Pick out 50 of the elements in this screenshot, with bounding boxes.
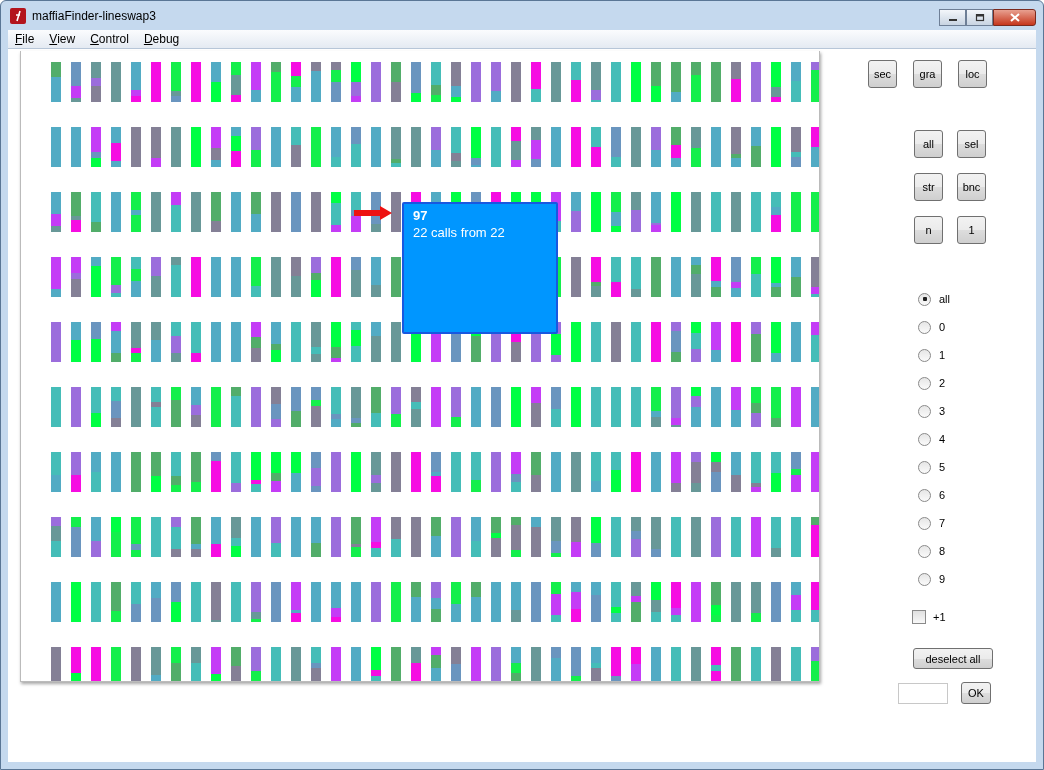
- tool-button[interactable]: all: [914, 130, 943, 158]
- radio-button[interactable]: [918, 488, 931, 502]
- tool-button[interactable]: str: [914, 173, 943, 201]
- tool-button[interactable]: gra: [913, 60, 942, 88]
- radio-button[interactable]: [918, 460, 931, 474]
- radio-label: 7: [939, 517, 946, 529]
- tool-button[interactable]: loc: [958, 60, 987, 88]
- radio-button[interactable]: [918, 516, 931, 530]
- radio-button[interactable]: [918, 572, 931, 586]
- tool-button[interactable]: sec: [868, 60, 897, 88]
- close-button[interactable]: [993, 9, 1036, 26]
- radio-label: 4: [939, 433, 946, 445]
- tool-button[interactable]: bnc: [957, 173, 986, 201]
- menu-item[interactable]: Control: [83, 32, 137, 46]
- tool-button[interactable]: n: [914, 216, 943, 244]
- radio-label: 6: [939, 489, 946, 501]
- radio-label: 1: [939, 349, 946, 361]
- minimize-button[interactable]: [939, 9, 966, 26]
- maximize-icon: [974, 13, 985, 22]
- arrow-icon: [354, 206, 392, 220]
- radio-button[interactable]: [918, 376, 931, 390]
- radio-label: 3: [939, 405, 946, 417]
- menu-item[interactable]: Debug: [136, 32, 188, 46]
- radio-label: 9: [939, 573, 946, 585]
- radio-label: 5: [939, 461, 946, 473]
- checkbox-label: +1: [933, 611, 946, 623]
- radio-label: 0: [939, 321, 946, 333]
- tool-button[interactable]: sel: [957, 130, 986, 158]
- menu-item[interactable]: View: [42, 32, 84, 46]
- tooltip-title: 97: [413, 208, 429, 223]
- window-title: maffiaFinder-lineswap3: [32, 8, 156, 23]
- radio-label: 2: [939, 377, 946, 389]
- maximize-button[interactable]: [966, 9, 993, 26]
- tooltip-text: 22 calls from 22: [413, 225, 506, 240]
- radio-button[interactable]: [918, 404, 931, 418]
- tool-button[interactable]: 1: [957, 216, 986, 244]
- checkbox[interactable]: [912, 610, 926, 624]
- radio-button[interactable]: [918, 432, 931, 446]
- radio-button[interactable]: [918, 348, 931, 362]
- app-icon: [10, 7, 26, 24]
- radio-button[interactable]: [918, 292, 931, 306]
- input-field[interactable]: [898, 682, 948, 704]
- radio-button[interactable]: [918, 320, 931, 334]
- ok-button[interactable]: OK: [961, 682, 991, 704]
- radio-button[interactable]: [918, 544, 931, 558]
- deselect-all-button[interactable]: deselect all: [913, 648, 993, 669]
- close-icon: [1009, 13, 1020, 22]
- radio-label: 8: [939, 545, 946, 557]
- radio-label: all: [939, 293, 950, 305]
- menu-item[interactable]: File: [8, 32, 43, 46]
